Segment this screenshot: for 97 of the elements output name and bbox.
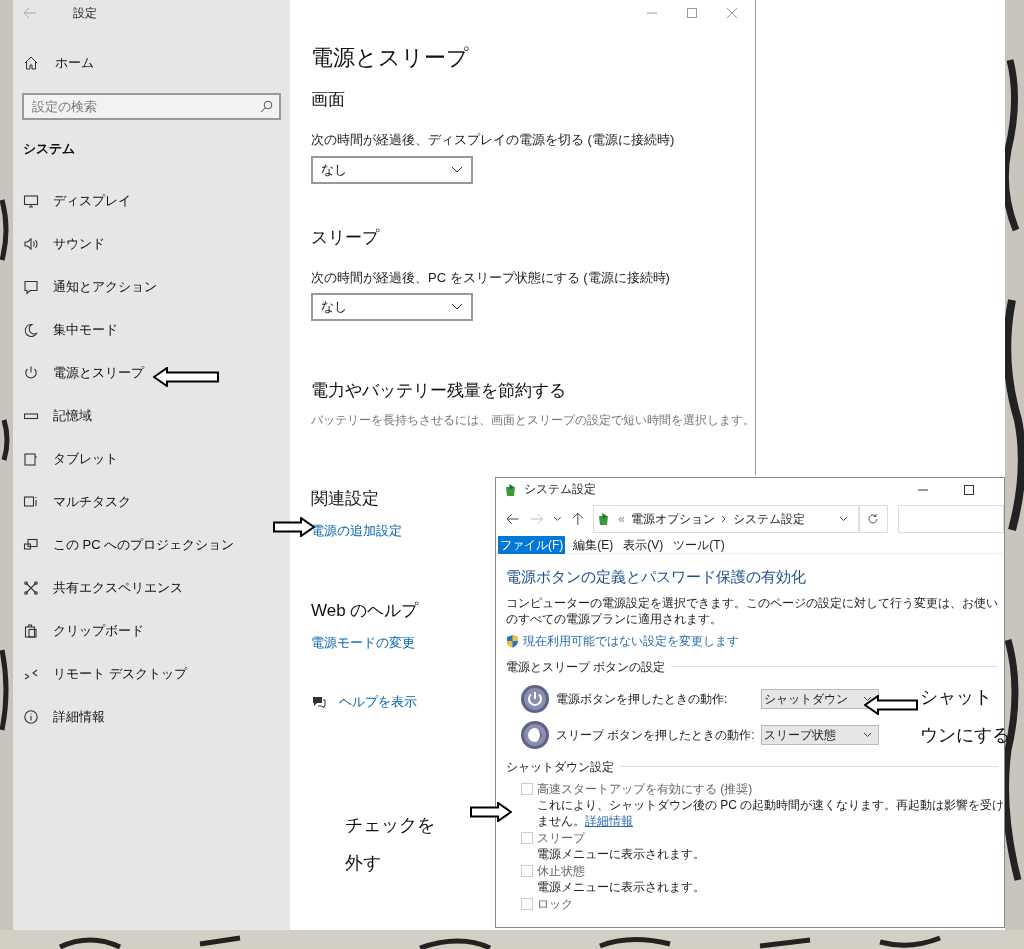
speech-bubble-icon bbox=[23, 279, 39, 295]
annotation-text: シャット bbox=[920, 686, 993, 709]
share-icon bbox=[23, 580, 39, 596]
back-arrow-icon[interactable] bbox=[506, 513, 520, 525]
option-description: これにより、シャットダウン後の PC の起動時間が速くなります。再起動は影響を受けません。詳細情報 bbox=[537, 796, 1004, 829]
nav-item[interactable]: リモート デスクトップ bbox=[53, 664, 187, 684]
chevron-down-icon bbox=[451, 165, 463, 174]
help-link[interactable]: ヘルプを表示 bbox=[339, 692, 417, 712]
left-arrow-icon bbox=[153, 367, 219, 387]
option-label: ロック bbox=[537, 896, 573, 912]
breadcrumb-item[interactable]: 電源オプション bbox=[631, 510, 715, 528]
breadcrumb-separator: « bbox=[618, 511, 625, 528]
nav-item[interactable]: タブレット bbox=[53, 449, 118, 469]
refresh-icon bbox=[867, 513, 880, 525]
chevron-down-icon bbox=[862, 695, 872, 702]
nav-item[interactable]: 共有エクスペリエンス bbox=[53, 578, 183, 598]
setting-label: 次の時間が経過後、PC をスリープ状態にする (電源に接続時) bbox=[311, 268, 670, 287]
right-arrow-icon bbox=[273, 517, 315, 537]
chevron-down-icon bbox=[838, 516, 848, 522]
clipboard-icon bbox=[23, 623, 39, 639]
moon-icon bbox=[23, 322, 39, 338]
up-arrow-icon[interactable] bbox=[571, 512, 584, 526]
monitor-icon bbox=[23, 193, 39, 209]
nav-item[interactable]: 電源とスリープ bbox=[53, 363, 144, 383]
nav-item[interactable]: クリップボード bbox=[53, 621, 144, 641]
checkbox[interactable] bbox=[521, 864, 533, 877]
menu-item[interactable]: ツール(T) bbox=[671, 535, 727, 554]
description-text: バッテリーを長持ちさせるには、画面とスリープの設定で短い時間を選択します。 bbox=[311, 412, 755, 429]
power-icon bbox=[23, 365, 39, 381]
menu-item[interactable]: 編集(E) bbox=[571, 535, 616, 554]
action-label: 電源ボタンを押したときの動作: bbox=[556, 690, 729, 708]
power-button-icon bbox=[520, 683, 550, 714]
option-description: 電源メニューに表示されます。 bbox=[537, 878, 706, 895]
sleep-button-icon bbox=[520, 719, 550, 750]
group-title: 電源とスリープ ボタンの設定 bbox=[506, 658, 666, 676]
chevron-down-icon bbox=[862, 731, 872, 738]
nav-item[interactable]: この PC へのプロジェクション bbox=[53, 535, 235, 555]
settings-link[interactable]: 電源モードの変更 bbox=[311, 632, 415, 652]
nav-item[interactable]: 集中モード bbox=[53, 320, 118, 340]
page-heading: 電源ボタンの定義とパスワード保護の有効化 bbox=[506, 567, 807, 587]
dropdown[interactable]: なし bbox=[311, 155, 473, 184]
window-title: 設定 bbox=[73, 5, 97, 22]
search-field[interactable]: 設定の検索 bbox=[22, 93, 281, 120]
chevron-down-icon bbox=[553, 516, 562, 522]
left-arrow-icon bbox=[864, 695, 918, 715]
chevron-down-icon bbox=[451, 303, 463, 311]
nav-item[interactable]: ディスプレイ bbox=[53, 191, 131, 211]
annotation-text: チェックを bbox=[345, 814, 435, 837]
details-link[interactable]: 詳細情報 bbox=[585, 813, 633, 828]
chevron-right-icon bbox=[721, 515, 727, 523]
nav-item[interactable]: マルチタスク bbox=[53, 492, 131, 512]
description-text: コンピューターの電源設定を選択できます。このページの設定に対して行う変更は、お使いのすべての電源プランに適用されます。 bbox=[506, 594, 999, 627]
checkbox[interactable] bbox=[521, 831, 533, 844]
window-title: システム設定 bbox=[524, 482, 596, 498]
dropdown[interactable]: なし bbox=[311, 293, 473, 321]
action-label: スリープ ボタンを押したときの動作: bbox=[556, 726, 755, 744]
search-icon bbox=[260, 100, 273, 113]
menu-item[interactable]: 表示(V) bbox=[621, 535, 666, 554]
close-icon[interactable] bbox=[727, 8, 737, 18]
section-heading: 画面 bbox=[311, 89, 345, 111]
checkbox[interactable] bbox=[521, 897, 533, 910]
home-link[interactable]: ホーム bbox=[55, 53, 94, 73]
section-heading: スリープ bbox=[311, 226, 379, 249]
shield-icon bbox=[506, 633, 519, 648]
speaker-icon bbox=[23, 236, 39, 252]
dropdown[interactable]: スリープ状態 bbox=[760, 724, 879, 745]
address-bar[interactable]: « 電源オプション システム設定 bbox=[593, 505, 859, 533]
projection-icon bbox=[23, 537, 39, 553]
annotation-text: ウンにする bbox=[920, 724, 1010, 747]
setting-label: 次の時間が経過後、ディスプレイの電源を切る (電源に接続時) bbox=[311, 131, 675, 149]
home-icon[interactable] bbox=[23, 55, 39, 71]
section-title: システム bbox=[22, 140, 76, 158]
page-title: 電源とスリープ bbox=[311, 44, 469, 72]
tablet-icon bbox=[23, 451, 39, 467]
option-label: 高速スタートアップを有効にする (推奨) bbox=[537, 781, 754, 797]
section-heading: 電力やバッテリー残量を節約する bbox=[311, 380, 566, 402]
annotation-text: 外す bbox=[345, 852, 382, 875]
breadcrumb-item[interactable]: システム設定 bbox=[733, 510, 805, 528]
forward-arrow-icon[interactable] bbox=[529, 513, 544, 525]
refresh-button[interactable] bbox=[858, 505, 888, 533]
section-heading: Web のヘルプ bbox=[311, 599, 419, 622]
option-description: 電源メニューに表示されます。 bbox=[537, 845, 706, 862]
admin-settings-link[interactable]: 現在利用可能ではない設定を変更します bbox=[523, 631, 739, 650]
maximize-icon[interactable] bbox=[964, 485, 974, 495]
dropdown[interactable]: シャットダウン bbox=[760, 688, 879, 709]
section-heading: 関連設定 bbox=[311, 488, 379, 510]
nav-item[interactable]: 詳細情報 bbox=[53, 707, 105, 727]
option-label: 休止状態 bbox=[537, 863, 586, 879]
nav-item[interactable]: サウンド bbox=[53, 234, 105, 254]
multitask-icon bbox=[23, 494, 39, 510]
checkbox[interactable] bbox=[521, 782, 533, 795]
group-title: シャットダウン設定 bbox=[506, 758, 614, 776]
option-label: スリープ bbox=[537, 830, 587, 846]
nav-item[interactable]: 通知とアクション bbox=[53, 277, 157, 297]
info-icon bbox=[23, 709, 39, 725]
nav-item[interactable]: 記憶域 bbox=[53, 406, 92, 426]
menu-item[interactable]: ファイル(F) bbox=[498, 535, 566, 554]
